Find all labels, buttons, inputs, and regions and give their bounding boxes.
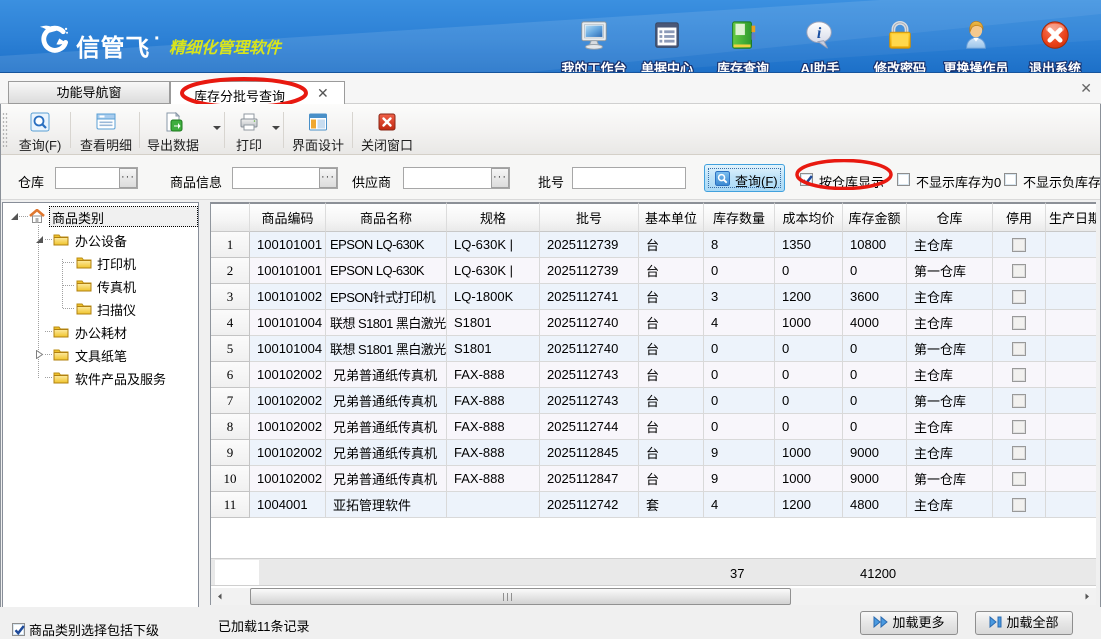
svg-text:i: i — [817, 25, 822, 42]
